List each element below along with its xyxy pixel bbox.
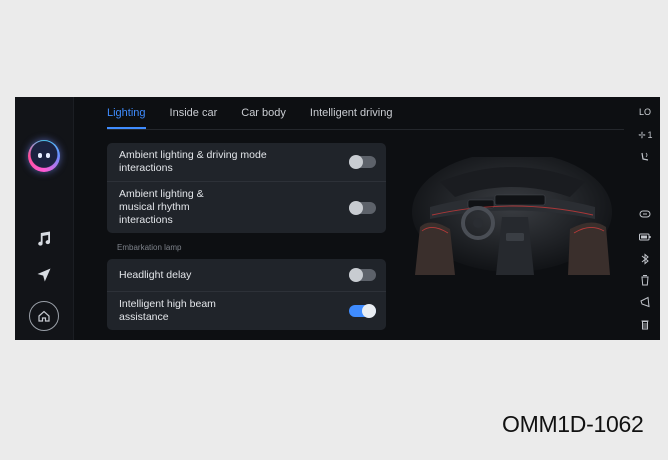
assistant-avatar-icon[interactable]	[28, 140, 60, 172]
tab-divider	[107, 129, 624, 130]
row-label: Headlight delay	[119, 268, 192, 281]
avatar-eye-left	[38, 153, 42, 158]
left-rail	[15, 97, 74, 340]
high-beam-toggle[interactable]	[349, 304, 376, 318]
figure-caption: OMM1D-1062	[502, 411, 644, 437]
row-label: Ambient lighting & musical rhythm intera…	[119, 188, 204, 226]
tab-car-body[interactable]: Car body	[241, 107, 286, 129]
navigation-icon[interactable]	[33, 264, 55, 286]
row-label: Intelligent high beam assistance	[119, 298, 216, 323]
tab-bar: Lighting Inside car Car body Intelligent…	[107, 107, 416, 129]
tab-lighting[interactable]: Lighting	[107, 107, 146, 129]
tab-intelligent-driving[interactable]: Intelligent driving	[310, 107, 393, 129]
right-rail: LO 1	[630, 97, 660, 340]
embarkation-lamp-group: Headlight delay Intelligent high beam as…	[107, 259, 386, 330]
home-icon	[38, 310, 50, 322]
battery-icon[interactable]	[636, 230, 654, 244]
car-interior-image	[412, 157, 612, 275]
cup-icon[interactable]	[636, 273, 654, 287]
seat-airflow-icon[interactable]	[636, 150, 654, 164]
row-label: Ambient lighting & driving mode interact…	[119, 149, 267, 174]
settings-row-ambient-music: Ambient lighting & musical rhythm intera…	[107, 181, 386, 233]
tab-inside-car[interactable]: Inside car	[170, 107, 218, 129]
music-icon[interactable]	[33, 228, 55, 250]
section-label-embarkation: Embarkation lamp	[117, 243, 182, 252]
infotainment-screen: Lighting Inside car Car body Intelligent…	[15, 97, 660, 340]
fan-speed-control[interactable]: 1	[636, 128, 654, 142]
settings-row-headlight-delay: Headlight delay	[107, 259, 386, 291]
bluetooth-icon[interactable]	[636, 252, 654, 266]
horn-icon[interactable]	[636, 295, 654, 309]
ambient-lighting-group: Ambient lighting & driving mode interact…	[107, 143, 386, 233]
recirculation-icon[interactable]	[636, 207, 654, 221]
avatar-eye-right	[46, 153, 50, 158]
temperature-label[interactable]: LO	[636, 105, 654, 119]
settings-row-ambient-driving: Ambient lighting & driving mode interact…	[107, 143, 386, 181]
settings-row-high-beam: Intelligent high beam assistance	[107, 291, 386, 330]
trash-icon[interactable]	[636, 317, 654, 331]
headlight-delay-toggle[interactable]	[349, 268, 376, 282]
fan-speed-label: 1	[647, 130, 653, 140]
home-button[interactable]	[29, 301, 59, 331]
ambient-driving-toggle[interactable]	[349, 155, 376, 169]
fan-icon	[639, 131, 646, 139]
ambient-music-toggle[interactable]	[349, 200, 376, 215]
